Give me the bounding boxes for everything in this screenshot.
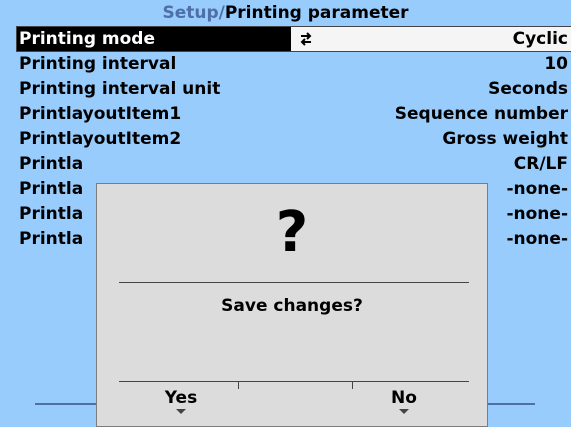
dialog-message: Save changes?	[221, 296, 363, 316]
softkey-divider	[119, 381, 469, 382]
list-item-label: Printing mode	[17, 27, 291, 51]
dialog-divider	[119, 282, 469, 283]
yes-button[interactable]: Yes	[131, 388, 231, 414]
list-item-value: CR/LF	[513, 154, 568, 174]
list-item[interactable]: Printla CR/LF	[17, 152, 571, 176]
list-item-label: Printla	[19, 229, 84, 249]
list-item-printing-mode[interactable]: Printing mode Cyclic	[16, 26, 571, 52]
list-item-label: PrintlayoutItem2	[19, 129, 182, 149]
breadcrumb-path: Setup/	[162, 2, 225, 23]
no-button[interactable]: No	[354, 388, 454, 414]
list-item-printing-interval[interactable]: Printing interval 10	[17, 52, 571, 76]
list-item-value: Sequence number	[394, 104, 568, 124]
triangle-down-icon	[399, 409, 409, 414]
no-button-label: No	[391, 388, 417, 408]
softkey-separator	[238, 381, 239, 389]
list-item-printing-interval-unit[interactable]: Printing interval unit Seconds	[17, 77, 571, 101]
list-item-label: PrintlayoutItem1	[19, 104, 182, 124]
list-item-printlayout-item2[interactable]: PrintlayoutItem2 Gross weight	[17, 127, 571, 151]
list-item-value: -none-	[506, 179, 568, 199]
list-item-value: -none-	[506, 229, 568, 249]
breadcrumb-current: Printing parameter	[224, 2, 409, 23]
list-item-value: Seconds	[488, 79, 568, 99]
list-item-value: Cyclic	[512, 29, 568, 49]
question-mark-icon: ?	[275, 200, 309, 265]
list-item-label: Printing interval unit	[19, 79, 221, 99]
triangle-down-icon	[176, 409, 186, 414]
save-changes-dialog: ? Save changes? Yes No	[96, 183, 488, 427]
list-item-label: Printing interval	[19, 54, 177, 74]
page-title: Setup/ Printing parameter	[0, 0, 571, 25]
list-item-label: Printla	[19, 204, 84, 224]
list-item-label: Printla	[19, 179, 84, 199]
list-item-label: Printla	[19, 154, 84, 174]
list-item-printlayout-item1[interactable]: PrintlayoutItem1 Sequence number	[17, 102, 571, 126]
up-down-arrows-icon	[300, 32, 312, 46]
list-item-value: Gross weight	[442, 129, 568, 149]
list-item-value: 10	[544, 54, 568, 74]
softkey-separator	[352, 381, 353, 389]
list-item-value: -none-	[506, 204, 568, 224]
yes-button-label: Yes	[164, 388, 198, 408]
